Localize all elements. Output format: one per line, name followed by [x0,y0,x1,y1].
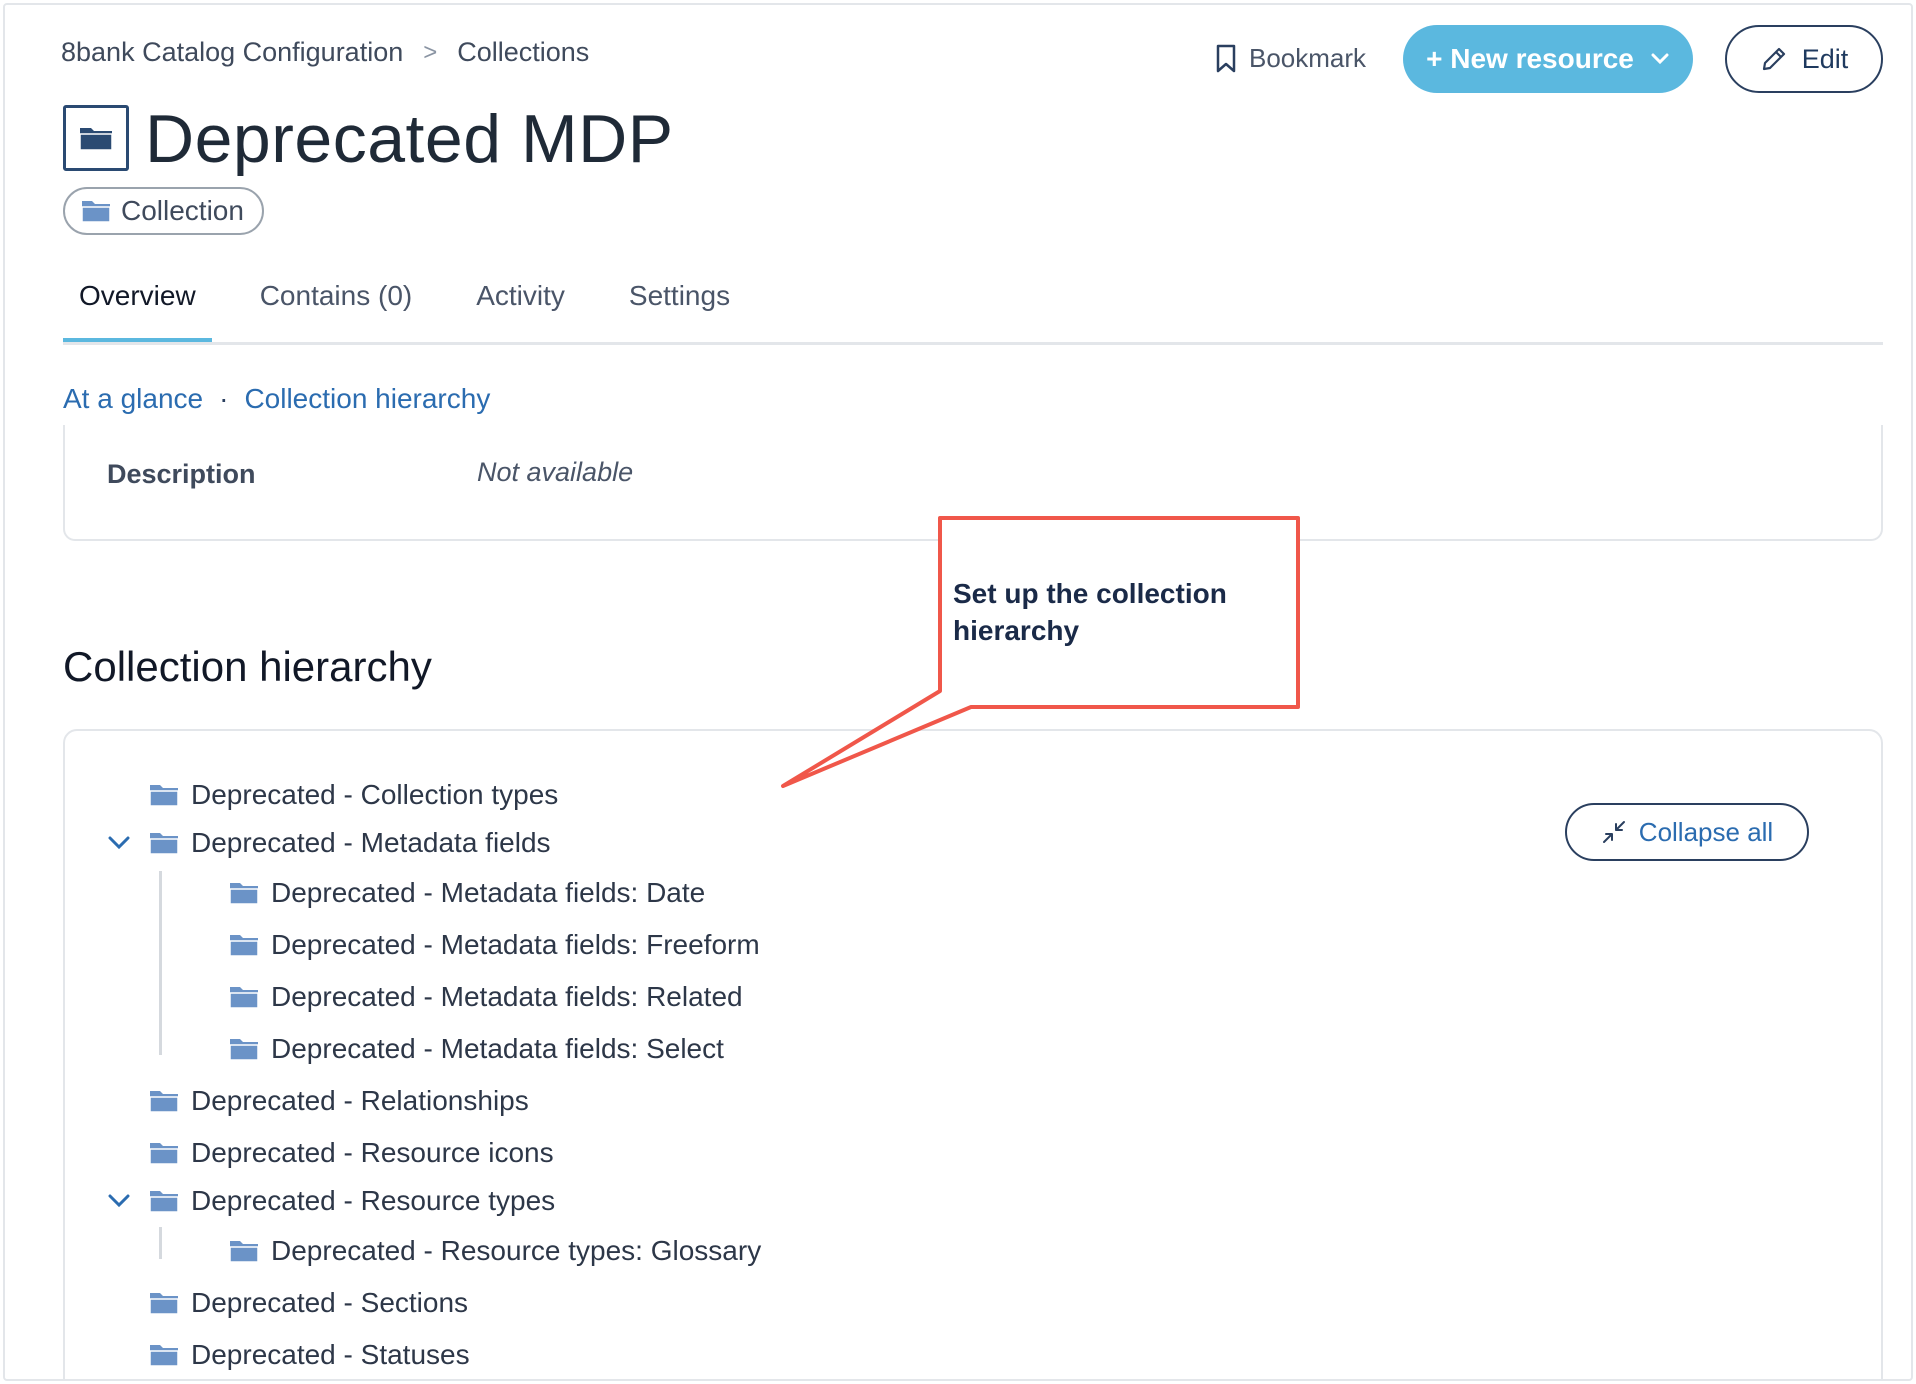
tree-item[interactable]: Deprecated - Sections [149,1287,468,1319]
tree-item[interactable]: Deprecated - Metadata fields [149,827,551,859]
bookmark-icon [1216,44,1236,72]
tree-item-label: Deprecated - Resource types: Glossary [271,1235,762,1266]
tree-item[interactable]: Deprecated - Metadata fields: Date [229,877,705,909]
tab-settings[interactable]: Settings [613,275,746,343]
annotation-text: Set up the collection hierarchy [953,578,1227,646]
tree-item[interactable]: Deprecated - Metadata fields: Select [229,1033,724,1065]
tree-item-label: Deprecated - Metadata fields: Date [271,877,706,908]
chevron-down-icon [1651,53,1669,65]
tree-item[interactable]: Deprecated - Metadata fields: Related [229,981,743,1013]
breadcrumb: 8bank Catalog Configuration > Collection… [61,37,589,68]
page-frame: 8bank Catalog Configuration > Collection… [3,3,1913,1381]
anchor-separator: · [219,383,229,414]
tree-item[interactable]: Deprecated - Resource types: Glossary [229,1235,761,1267]
tree-item-label: Deprecated - Sections [191,1287,469,1318]
collapse-all-button[interactable]: Collapse all [1565,803,1809,861]
breadcrumb-item-collections[interactable]: Collections [457,37,589,68]
folder-icon [149,1343,179,1367]
tree-item[interactable]: Deprecated - Metadata fields: Freeform [229,929,760,961]
tree-item-label: Deprecated - Resource types [191,1185,556,1216]
bookmark-label: Bookmark [1249,43,1367,73]
collapse-arrows-icon [1602,821,1625,843]
pencil-icon [1762,47,1785,71]
tree-item-label: Deprecated - Resource icons [191,1137,554,1168]
folder-icon [229,933,259,957]
anchor-collection-hierarchy[interactable]: Collection hierarchy [244,383,490,415]
tree-item-label: Deprecated - Metadata fields [191,827,551,858]
anchor-at-a-glance[interactable]: At a glance [63,383,203,415]
tree-guide-line [159,1227,162,1259]
folder-icon [149,831,179,855]
folder-icon [149,783,179,807]
folder-icon [229,881,259,905]
chevron-down-icon[interactable] [107,835,131,851]
folder-icon [149,1291,179,1315]
folder-icon [229,985,259,1009]
folder-icon [79,128,113,151]
folder-icon [229,1037,259,1061]
new-resource-label: + New resource [1426,43,1634,74]
description-label: Description [107,459,256,489]
tree-guide-line [159,871,162,1055]
tree-item-label: Deprecated - Relationships [191,1085,529,1116]
folder-icon [149,1189,179,1213]
tab-bar: Overview Contains (0) Activity Settings [63,275,778,343]
collapse-all-label: Collapse all [1638,816,1774,847]
collection-hierarchy-title: Collection hierarchy [63,643,432,690]
resource-type-chip: Collection [63,187,264,235]
tree-item[interactable]: Deprecated - Resource types [149,1185,555,1217]
description-card: Description Not available [63,425,1883,541]
tree-item[interactable]: Deprecated - Statuses [149,1339,470,1371]
tree-item[interactable]: Deprecated - Resource icons [149,1137,554,1169]
tab-divider [63,342,1883,345]
section-anchor-nav: At a glance · Collection hierarchy [63,383,490,415]
collection-page-icon [63,105,129,171]
tree-item-label: Deprecated - Statuses [191,1339,470,1370]
tree-item-label: Deprecated - Metadata fields: Freeform [271,929,760,960]
tree-item[interactable]: Deprecated - Relationships [149,1085,529,1117]
tree-item-label: Deprecated - Metadata fields: Related [271,981,743,1012]
bookmark-button[interactable]: Bookmark [1215,43,1366,74]
tab-activity[interactable]: Activity [460,275,581,343]
resource-type-label: Collection [121,195,244,226]
edit-button[interactable]: Edit [1725,25,1883,93]
edit-label: Edit [1801,43,1849,74]
folder-icon [149,1089,179,1113]
folder-icon [81,201,111,223]
tree-item-label: Deprecated - Metadata fields: Select [271,1033,724,1064]
folder-icon [229,1239,259,1263]
folder-icon [149,1141,179,1165]
tab-contains[interactable]: Contains (0) [244,275,429,343]
new-resource-button[interactable]: + New resource [1403,25,1693,93]
tab-overview[interactable]: Overview [63,275,212,343]
breadcrumb-separator: > [423,38,438,66]
page-title: Deprecated MDP [145,101,674,177]
tree-item-label: Deprecated - Collection types [191,779,559,810]
breadcrumb-item-catalog-configuration[interactable]: 8bank Catalog Configuration [61,37,403,68]
tree-item[interactable]: Deprecated - Collection types [149,779,558,811]
chevron-down-icon[interactable] [107,1193,131,1209]
description-value: Not available [477,457,634,487]
